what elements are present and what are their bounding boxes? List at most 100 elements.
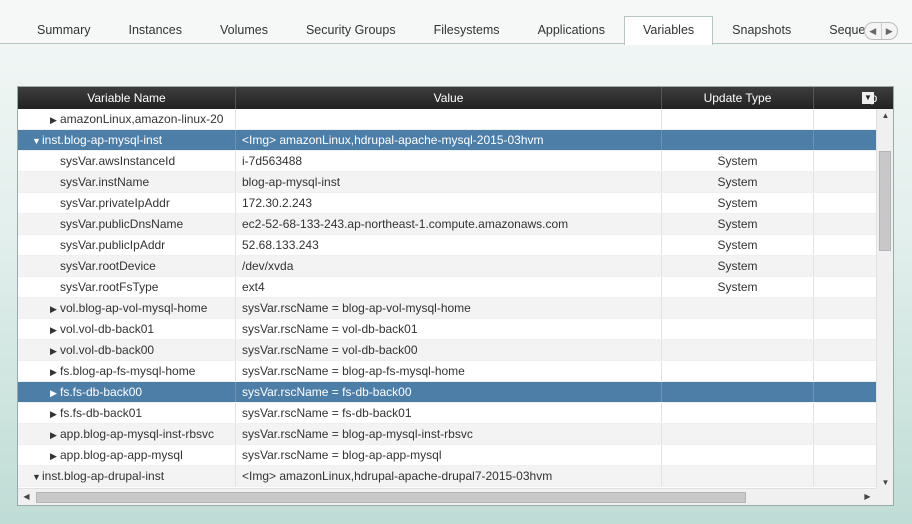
value-cell: ec2-52-68-133-243.ap-northeast-1.compute… xyxy=(236,214,662,234)
value-cell: sysVar.rscName = blog-ap-mysql-inst-rbsv… xyxy=(236,424,662,444)
variable-name-cell: ▶ vol.vol-db-back01 xyxy=(18,319,236,339)
up-cell xyxy=(814,130,877,150)
variable-name-cell: ▼inst.blog-ap-drupal-inst xyxy=(18,466,236,486)
table-row[interactable]: ▶ amazonLinux,amazon-linux-20 xyxy=(18,109,877,130)
table-row[interactable]: ▶ vol.blog-ap-vol-mysql-home sysVar.rscNam… xyxy=(18,298,877,319)
tab-instances[interactable]: Instances xyxy=(109,16,201,44)
table-row[interactable]: ▶ vol.vol-db-back00 sysVar.rscName = vol-d… xyxy=(18,340,877,361)
up-cell xyxy=(814,277,877,297)
update-type-cell xyxy=(662,403,814,423)
column-header-update-type[interactable]: Update Type xyxy=(662,87,814,109)
value-cell: sysVar.rscName = fs-db-back01 xyxy=(236,403,662,423)
collapsed-arrow-icon[interactable]: ▶ xyxy=(50,362,60,381)
table-row[interactable]: sysVar.publicDnsName ec2-52-68-133-243.ap… xyxy=(18,214,877,235)
vertical-scrollbar[interactable]: ▲ ▼ xyxy=(876,109,893,489)
collapsed-arrow-icon[interactable]: ▶ xyxy=(50,110,60,129)
column-menu-icon[interactable]: ▼ xyxy=(862,92,874,104)
value-cell: 172.30.2.243 xyxy=(236,193,662,213)
update-type-cell xyxy=(662,466,814,486)
variable-name-text: amazonLinux,amazon-linux-20 xyxy=(60,112,224,126)
table-row[interactable]: ▼inst.blog-ap-drupal-inst <Img> amazonLin… xyxy=(18,466,877,487)
tab-security-groups[interactable]: Security Groups xyxy=(287,16,415,44)
variable-name-text: app.blog-ap-mysql-inst-rbsvc xyxy=(60,427,215,441)
tab-filesystems[interactable]: Filesystems xyxy=(415,16,519,44)
table-row[interactable]: sysVar.privateIpAddr 172.30.2.243 System xyxy=(18,193,877,214)
collapsed-arrow-icon[interactable]: ▶ xyxy=(50,341,60,360)
variable-name-cell: sysVar.instName xyxy=(18,172,236,192)
value-cell: sysVar.rscName = vol-db-back00 xyxy=(236,340,662,360)
variable-name-text: inst.blog-ap-mysql-inst xyxy=(42,133,163,147)
up-cell xyxy=(814,256,877,276)
tab-scroll-left-icon[interactable]: ◀ xyxy=(865,23,881,39)
tab-summary[interactable]: Summary xyxy=(18,16,109,44)
value-cell: sysVar.rscName = blog-ap-app-mysql xyxy=(236,445,662,465)
tab-variables[interactable]: Variables xyxy=(623,16,714,45)
variable-name-cell: ▶ app.blog-ap-mysql-inst-rbsvc xyxy=(18,424,236,444)
column-header-variable-name[interactable]: Variable Name xyxy=(18,87,236,109)
vertical-scroll-thumb[interactable] xyxy=(879,151,891,251)
value-cell: <Img> amazonLinux,hdrupal-apache-mysql-2… xyxy=(236,130,662,150)
scroll-down-icon[interactable]: ▼ xyxy=(877,478,893,487)
collapsed-arrow-icon[interactable]: ▶ xyxy=(50,425,60,444)
tab-scroll-right-icon[interactable]: ▶ xyxy=(880,23,898,39)
scroll-right-icon[interactable]: ▶ xyxy=(859,492,876,501)
table-row[interactable]: sysVar.rootDevice/dev/xvda System xyxy=(18,256,877,277)
up-cell xyxy=(814,193,877,213)
table-row[interactable]: ▶ fs.fs-db-back01 sysVar.rscName = fs-db-b… xyxy=(18,403,877,424)
scroll-left-icon[interactable]: ◀ xyxy=(18,492,35,501)
table-row[interactable]: ▶ fs.blog-ap-fs-mysql-home sysVar.rscName … xyxy=(18,361,877,382)
table-row[interactable]: ▶ vol.vol-db-back01 sysVar.rscName = vol-d… xyxy=(18,319,877,340)
horizontal-scroll-thumb[interactable] xyxy=(36,492,746,503)
collapsed-arrow-icon[interactable]: ▶ xyxy=(50,404,60,423)
horizontal-scrollbar[interactable]: ◀ ▶ xyxy=(18,488,876,505)
table-row[interactable]: ▼inst.blog-ap-mysql-inst <Img> amazonLinu… xyxy=(18,130,877,151)
variable-name-cell: ▶ vol.vol-db-back00 xyxy=(18,340,236,360)
expanded-arrow-icon[interactable]: ▼ xyxy=(32,131,42,150)
update-type-cell xyxy=(662,424,814,444)
column-header-up[interactable]: Up ▼ xyxy=(814,87,877,109)
scroll-up-icon[interactable]: ▲ xyxy=(877,111,893,120)
tab-volumes[interactable]: Volumes xyxy=(201,16,287,44)
table-row[interactable]: sysVar.awsInstanceId i-7d563488 System xyxy=(18,151,877,172)
variable-name-text: vol.vol-db-back00 xyxy=(60,343,155,357)
up-cell xyxy=(814,424,877,444)
table-row[interactable]: sysVar.instName blog-ap-mysql-inst System xyxy=(18,172,877,193)
value-cell: blog-ap-mysql-inst xyxy=(236,172,662,192)
update-type-cell xyxy=(662,130,814,150)
table-row[interactable]: ▶ app.blog-ap-app-mysql sysVar.rscName = b… xyxy=(18,445,877,466)
update-type-cell xyxy=(662,340,814,360)
update-type-cell: System xyxy=(662,277,814,297)
variable-name-text: fs.blog-ap-fs-mysql-home xyxy=(60,364,196,378)
variable-name-text: sysVar.publicIpAddr xyxy=(60,238,166,252)
variable-name-text: fs.fs-db-back00 xyxy=(60,385,143,399)
variable-name-text: sysVar.instName xyxy=(60,175,150,189)
variable-name-text: vol.vol-db-back01 xyxy=(60,322,155,336)
variable-name-cell: sysVar.publicDnsName xyxy=(18,214,236,234)
collapsed-arrow-icon[interactable]: ▶ xyxy=(50,320,60,339)
variable-name-text: app.blog-ap-app-mysql xyxy=(60,448,183,462)
column-header-value[interactable]: Value xyxy=(236,87,662,109)
expanded-arrow-icon[interactable]: ▼ xyxy=(32,467,42,486)
update-type-cell xyxy=(662,109,814,129)
up-cell xyxy=(814,382,877,402)
update-type-cell xyxy=(662,445,814,465)
table-row[interactable]: sysVar.publicIpAddr 52.68.133.243 System xyxy=(18,235,877,256)
table-row[interactable]: ▶ app.blog-ap-mysql-inst-rbsvc sysVar.rscN… xyxy=(18,424,877,445)
tab-applications[interactable]: Applications xyxy=(519,16,624,44)
grid-header: Variable Name Value Update Type Up ▼ xyxy=(18,87,893,109)
value-cell: i-7d563488 xyxy=(236,151,662,171)
up-cell xyxy=(814,151,877,171)
tab-snapshots[interactable]: Snapshots xyxy=(713,16,810,44)
tab-bar: Summary Instances Volumes Security Groups Fi… xyxy=(0,0,912,45)
up-cell xyxy=(814,445,877,465)
variable-name-cell: sysVar.rootDevice xyxy=(18,256,236,276)
collapsed-arrow-icon[interactable]: ▶ xyxy=(50,299,60,318)
collapsed-arrow-icon[interactable]: ▶ xyxy=(50,446,60,465)
collapsed-arrow-icon[interactable]: ▶ xyxy=(50,383,60,402)
update-type-cell: System xyxy=(662,235,814,255)
up-cell xyxy=(814,361,877,381)
table-row[interactable]: ▶ fs.fs-db-back00 sysVar.rscName = fs-db-b… xyxy=(18,382,877,403)
value-cell: sysVar.rscName = fs-db-back00 xyxy=(236,382,662,402)
table-row[interactable]: sysVar.rootFsType ext4 System xyxy=(18,277,877,298)
variable-name-cell: ▶ fs.fs-db-back00 xyxy=(18,382,236,402)
